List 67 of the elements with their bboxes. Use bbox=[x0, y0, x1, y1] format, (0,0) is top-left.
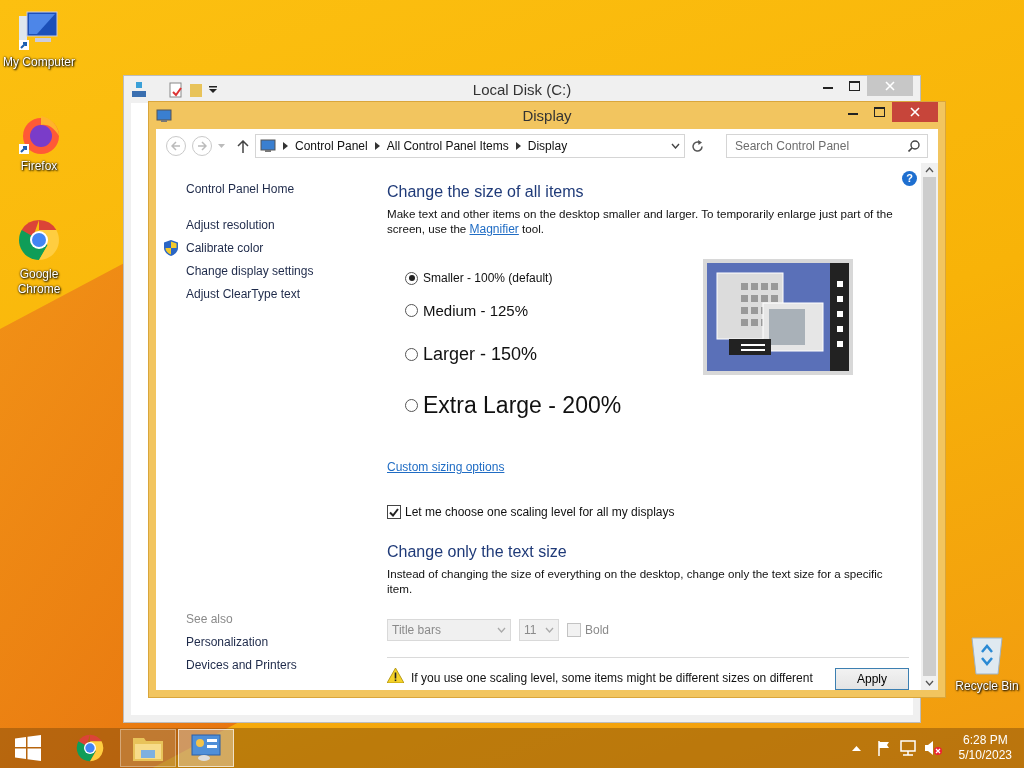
sidebar-link[interactable]: Devices and Printers bbox=[186, 657, 297, 672]
sidebar-link[interactable]: Personalization bbox=[186, 634, 269, 649]
warning-icon bbox=[387, 668, 404, 683]
scaling-radio[interactable]: Smaller - 100% (default) bbox=[405, 267, 622, 289]
search-field[interactable]: Search Control Panel bbox=[726, 134, 928, 158]
sidebar-link[interactable]: Calibrate color bbox=[186, 240, 264, 255]
chevron-icon bbox=[515, 142, 521, 150]
sidebar-link[interactable]: Change display settings bbox=[186, 263, 314, 278]
section-heading: Change the size of all items bbox=[387, 183, 585, 201]
breadcrumb-item[interactable]: Display bbox=[527, 139, 568, 153]
up-arrow-icon[interactable] bbox=[237, 139, 249, 153]
monitor-icon bbox=[260, 139, 276, 153]
description-text: Instead of changing the size of everything on the desktop, change only the text size for a specific item. bbox=[387, 566, 884, 596]
network-icon[interactable] bbox=[898, 740, 917, 756]
chevron-down-icon bbox=[545, 627, 554, 633]
properties-icon bbox=[169, 81, 183, 98]
monitor-icon bbox=[156, 108, 172, 123]
chevron-down-icon[interactable] bbox=[671, 143, 680, 149]
scaling-radio[interactable]: Medium - 125% bbox=[405, 289, 622, 331]
address-bar[interactable]: Control Panel All Control Panel Items Display bbox=[255, 134, 685, 158]
caret-up-icon[interactable] bbox=[851, 745, 861, 751]
chrome-icon bbox=[74, 732, 106, 764]
scaling-radio[interactable]: Extra Large - 200% bbox=[405, 377, 622, 433]
chevron-down-icon bbox=[497, 627, 506, 633]
description-text: Make text and other items on the desktop smaller and larger. To temporarily enlarge just part of the screen, use the Magnifier tool. bbox=[387, 206, 894, 237]
warning-text: If you use one scaling level, some items might be different sizes on different bbox=[411, 671, 813, 685]
back-arrow-icon bbox=[171, 141, 181, 151]
chevron-icon bbox=[374, 142, 380, 150]
taskbar-app-button[interactable] bbox=[120, 729, 176, 767]
search-icon bbox=[908, 140, 920, 152]
apply-button[interactable]: Apply bbox=[835, 668, 909, 690]
sidebar-link[interactable]: Adjust ClearType text bbox=[186, 286, 301, 301]
maximize-icon bbox=[873, 107, 885, 117]
control-panel-icon bbox=[191, 734, 221, 762]
see-also-heading: See also bbox=[186, 611, 233, 626]
shield-icon bbox=[164, 239, 178, 256]
windows-logo-icon bbox=[15, 735, 41, 761]
forward-arrow-icon bbox=[197, 141, 207, 151]
sidebar-link[interactable]: Adjust resolution bbox=[186, 217, 275, 232]
scroll-up-icon[interactable] bbox=[925, 167, 934, 173]
sidebar-link[interactable]: Control Panel Home bbox=[186, 181, 295, 196]
window-title: Local Disk (C:) bbox=[472, 81, 572, 98]
computer-icon bbox=[17, 8, 61, 52]
scaling-checkbox[interactable]: Let me choose one scaling level for all my displays bbox=[387, 505, 921, 519]
checkmark-icon bbox=[389, 507, 399, 517]
section-heading: Change only the text size bbox=[387, 543, 568, 561]
close-icon bbox=[885, 81, 895, 91]
scrollbar[interactable] bbox=[921, 163, 938, 690]
help-button[interactable]: ? bbox=[902, 171, 917, 186]
breadcrumb-item[interactable]: All Control Panel Items bbox=[386, 139, 509, 153]
folder-icon bbox=[189, 81, 203, 98]
scaling-radio[interactable]: Larger - 150% bbox=[405, 331, 622, 377]
custom-sizing-link[interactable]: Custom sizing options bbox=[387, 460, 505, 474]
volume-muted-icon[interactable] bbox=[923, 740, 942, 756]
drive-icon bbox=[131, 81, 147, 98]
clock[interactable]: 6:28 PM 5/10/2023 bbox=[958, 733, 1012, 763]
scroll-down-icon[interactable] bbox=[925, 680, 934, 686]
refresh-icon[interactable] bbox=[691, 139, 704, 153]
breadcrumb-item[interactable]: Control Panel bbox=[295, 139, 368, 153]
taskbar-app-button[interactable] bbox=[178, 729, 234, 767]
window-title: Display bbox=[522, 107, 572, 124]
maximize-icon bbox=[848, 81, 860, 91]
close-icon bbox=[910, 107, 920, 117]
dropdown-icon bbox=[209, 85, 217, 94]
chevron-icon bbox=[283, 142, 288, 150]
magnifier-link[interactable]: Magnifier bbox=[469, 222, 519, 236]
flag-icon[interactable] bbox=[875, 740, 892, 756]
